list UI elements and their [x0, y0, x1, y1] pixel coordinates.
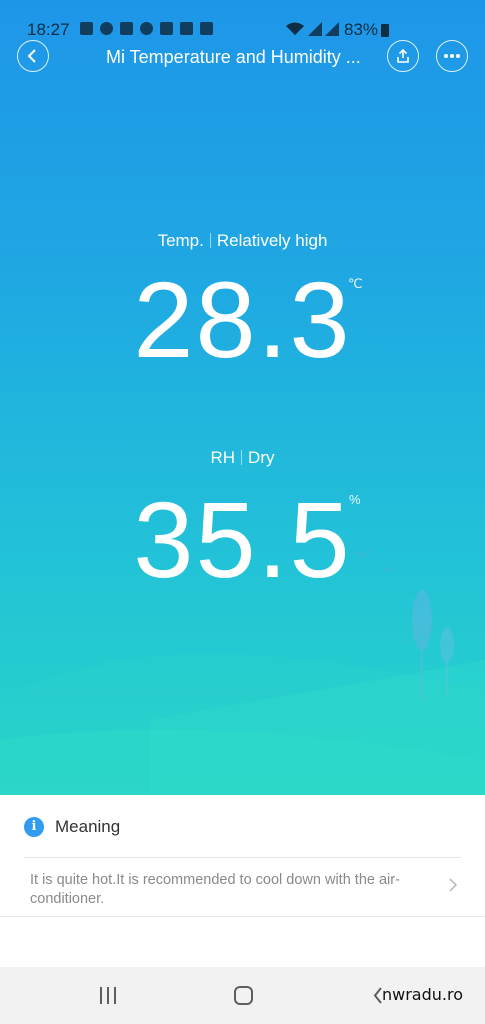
chevron-right-icon: [449, 878, 458, 892]
share-button[interactable]: [387, 40, 419, 72]
humidity-unit: %: [349, 492, 361, 507]
messenger-icon: [100, 22, 113, 35]
humidity-value: 35.5: [133, 479, 352, 600]
temperature-unit: ℃: [348, 276, 363, 291]
home-button[interactable]: [234, 986, 253, 1005]
battery-percent: 83%: [344, 20, 379, 39]
facebook-icon: [80, 22, 93, 35]
system-nav-bar: nwradu.ro: [0, 967, 485, 1024]
hero-background: 18:27 83% Mi Temperature and Humidity ..…: [0, 0, 485, 795]
advice-row[interactable]: It is quite hot.It is recommended to coo…: [0, 857, 485, 917]
more-dots-icon: [444, 54, 460, 58]
calendar-icon: [200, 22, 213, 35]
card-bottom-divider: [0, 916, 485, 917]
meaning-header: i Meaning: [0, 795, 485, 857]
wordpress-icon: [140, 22, 153, 35]
mail-icon: [120, 22, 133, 35]
temperature-label: Temp. Relatively high: [0, 231, 485, 251]
chevron-left-icon: [27, 49, 36, 63]
status-time: 18:27: [27, 20, 70, 39]
page-title: Mi Temperature and Humidity ...: [106, 47, 361, 67]
recent-apps-button[interactable]: [99, 987, 117, 1004]
gallery-icon: [180, 22, 193, 35]
battery-icon: [381, 24, 389, 37]
meaning-title: Meaning: [55, 817, 121, 836]
more-button[interactable]: [436, 40, 468, 72]
signal-icon-2: [325, 22, 339, 36]
app-notification-icon: [160, 22, 173, 35]
info-icon: i: [24, 817, 44, 837]
humidity-label: RH Dry: [0, 448, 485, 468]
signal-icon: [308, 22, 322, 36]
label-separator: [241, 450, 243, 465]
status-bar: 18:27 83%: [0, 0, 485, 40]
landscape-illustration: [0, 549, 485, 795]
watermark-text: nwradu.ro: [382, 985, 464, 1004]
advice-text: It is quite hot.It is recommended to coo…: [30, 872, 400, 907]
info-card: i Meaning It is quite hot.It is recommen…: [0, 795, 485, 967]
temperature-value: 28.3: [133, 259, 352, 380]
wifi-icon: [286, 22, 304, 35]
label-separator: [209, 233, 211, 248]
notification-icons: [80, 22, 213, 35]
app-header: Mi Temperature and Humidity ...: [0, 38, 485, 78]
temperature-status: Relatively high: [216, 231, 328, 250]
humidity-label-text: RH: [210, 448, 236, 467]
back-button[interactable]: [17, 40, 49, 72]
temperature-label-text: Temp.: [157, 231, 204, 250]
share-icon: [397, 48, 409, 63]
humidity-status: Dry: [248, 448, 275, 467]
